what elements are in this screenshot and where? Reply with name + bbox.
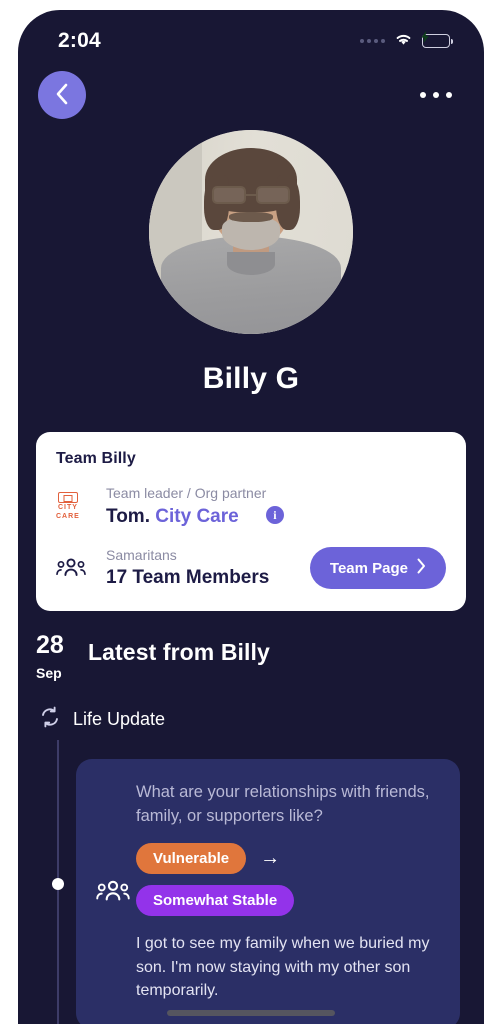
page-title: Billy G (202, 362, 300, 395)
more-options-button[interactable] (418, 82, 454, 108)
arrow-right-icon: → (260, 847, 281, 870)
battery-charging-icon (420, 30, 454, 48)
team-page-button[interactable]: Team Page (309, 547, 446, 590)
timeline: Life Update What are your relationships … (18, 706, 484, 1024)
timeline-date: 28 Sep (36, 631, 88, 682)
status-bar: 2:04 (18, 10, 484, 62)
team-leader-label: Team leader / Org partner (106, 485, 267, 501)
chevron-right-icon (417, 558, 426, 578)
nav-bar (18, 62, 484, 128)
timeline-dot (52, 878, 64, 891)
update-body-text: I got to see my family when we buried my… (136, 934, 430, 1000)
update-question: What are your relationships with friends… (136, 783, 430, 825)
more-horizontal-icon (420, 92, 426, 98)
citycare-logo-line1: CITY (57, 504, 78, 512)
wifi-icon (394, 32, 413, 51)
team-card-title: Team Billy (56, 450, 136, 467)
team-page-label: Team Page (329, 559, 408, 577)
home-indicator[interactable] (167, 1010, 335, 1016)
timeline-date-month: Sep (36, 665, 62, 682)
status-bar-icons (360, 30, 454, 51)
people-group-icon (90, 878, 136, 905)
update-type-label: Life Update (73, 709, 166, 730)
phone-frame: 2:04 Billy G Team Billy CITY CARE Team l… (18, 10, 484, 1024)
latest-section-header: 28 Sep Latest from Billy (18, 611, 484, 682)
info-icon[interactable]: i (265, 505, 284, 524)
signal-dots-icon (360, 39, 385, 43)
timeline-date-day: 28 (36, 631, 64, 660)
team-leader-person: Tom. (106, 505, 150, 527)
team-leader-row[interactable]: CITY CARE Team leader / Org partner Tom.… (56, 484, 446, 530)
status-badge-to: Somewhat Stable (136, 884, 295, 916)
status-bar-time: 2:04 (58, 29, 101, 52)
status-from-row: Vulnerable → (136, 842, 438, 874)
team-members-row[interactable]: Samaritans 17 Team Members Team Page (56, 546, 446, 592)
latest-section-title: Latest from Billy (88, 639, 270, 666)
update-type-row: Life Update (36, 706, 484, 733)
team-card: Team Billy CITY CARE Team leader / Org p… (36, 432, 466, 612)
team-members-value: 17 Team Members (106, 567, 270, 589)
team-leader-value: Tom. City Care i (106, 504, 446, 530)
status-to-row: Somewhat Stable (136, 884, 438, 916)
status-badge-from: Vulnerable (136, 842, 247, 874)
avatar[interactable] (149, 130, 353, 334)
people-group-icon (56, 556, 106, 580)
status-change: Vulnerable → Somewhat Stable (136, 842, 438, 916)
back-button[interactable] (38, 71, 86, 119)
citycare-logo-line2: CARE (56, 513, 80, 521)
team-leader-org: City Care (155, 505, 239, 527)
update-card[interactable]: What are your relationships with friends… (76, 759, 460, 1024)
chevron-left-icon (54, 82, 70, 109)
team-members-label: Samaritans (106, 546, 177, 563)
citycare-logo-icon: CITY CARE (56, 492, 106, 521)
sync-refresh-icon (39, 706, 61, 733)
profile-header: Billy G (18, 128, 484, 396)
